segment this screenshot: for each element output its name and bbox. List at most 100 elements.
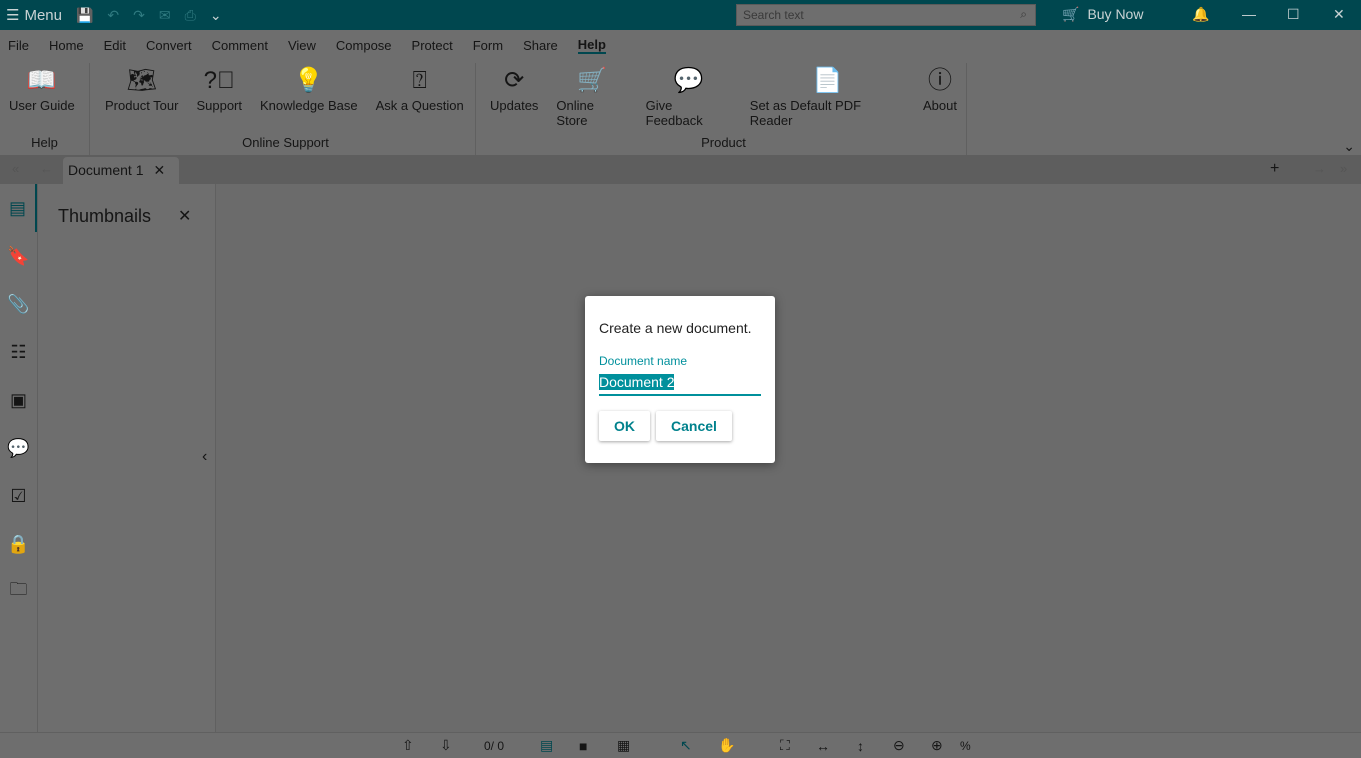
redo-icon[interactable]: ↷ [133, 7, 145, 24]
cancel-button[interactable]: Cancel [656, 411, 732, 441]
menu-form[interactable]: Form [473, 38, 503, 53]
menu-protect[interactable]: Protect [412, 38, 453, 53]
left-sidebar: ▤ 🔖 📎 ☷ ▣ 💬 ☑ 🔒 🗀 [0, 184, 38, 732]
minimize-button[interactable]: — [1242, 6, 1256, 22]
save-icon[interactable]: 💾 [76, 7, 93, 24]
menu-help[interactable]: Help [577, 37, 606, 54]
collapse-panel-icon[interactable]: ‹ [202, 448, 207, 466]
prev-tab-icon[interactable]: ← [40, 161, 53, 176]
close-panel-icon[interactable]: ✕ [178, 206, 191, 226]
cart-icon: 🛒 [1062, 6, 1080, 22]
next-tab-icon[interactable]: → [1313, 161, 1326, 176]
user-guide-button[interactable]: 📖 User Guide [0, 63, 84, 123]
question-chat-icon: ⍰ [412, 67, 427, 94]
continuous-view-icon[interactable]: ▤ [540, 737, 553, 754]
info-icon: ⓘ [928, 67, 952, 94]
form-fields-icon[interactable]: ☷ [0, 328, 37, 376]
pdf-icon: 📄 [812, 67, 843, 94]
question-bubble-icon: ?⃝ [203, 67, 235, 94]
status-bar: ⇧ ⇩ 0/ 0 ▤ ■ ▦ ↖ ✋ ⛶ ↔ ↕ ⊖ ⊕ % [0, 732, 1361, 758]
menu-view[interactable]: View [288, 38, 316, 53]
close-button[interactable]: ✕ [1333, 6, 1345, 23]
thumbnails-panel: Thumbnails ✕ ‹ [38, 184, 216, 732]
updates-button[interactable]: ⟳ Updates [481, 63, 547, 123]
ok-button[interactable]: OK [599, 411, 650, 441]
print-icon[interactable]: ⎙ [185, 7, 196, 24]
give-feedback-button[interactable]: 💬 Give Feedback [637, 63, 741, 128]
first-tab-icon[interactable]: « [12, 161, 19, 176]
checklist-icon[interactable]: ☑ [0, 472, 37, 520]
group-label: Product [701, 135, 746, 150]
zoom-out-icon[interactable]: ⊖ [893, 737, 905, 754]
group-help: 📖 User Guide Help [0, 63, 90, 155]
group-label: Help [31, 135, 58, 150]
dialog-message: Create a new document. [599, 320, 752, 336]
group-online-support: 🗺 Product Tour ?⃝ Support 💡 Knowledge Base … [90, 63, 476, 155]
panel-title: Thumbnails [58, 206, 152, 226]
menu-share[interactable]: Share [523, 38, 558, 53]
title-bar: ☰ Menu 💾 ↶ ↷ ✉ ⎙ ⌄ Search text ⌕ 🛒 Buy Now 🔔 — ☐… [0, 0, 1361, 30]
default-pdf-reader-button[interactable]: 📄 Set as Default PDF Reader [741, 63, 914, 128]
lock-icon[interactable]: 🔒 [0, 520, 37, 568]
thumbnails-icon[interactable]: ▤ [0, 184, 37, 232]
menu-edit[interactable]: Edit [104, 38, 126, 53]
product-tour-button[interactable]: 🗺 Product Tour [96, 63, 187, 123]
single-page-icon[interactable]: ■ [579, 738, 587, 754]
undo-icon[interactable]: ↶ [107, 7, 119, 24]
online-store-button[interactable]: 🛒 Online Store [547, 63, 636, 128]
feedback-icon: 💬 [673, 67, 704, 94]
image-icon[interactable]: ▣ [0, 376, 37, 424]
close-tab-icon[interactable]: ✕ [153, 162, 165, 180]
ribbon: 📖 User Guide Help 🗺 Product Tour ?⃝ Support… [0, 60, 1361, 155]
book-icon: 📖 [26, 67, 57, 94]
email-icon[interactable]: ✉ [159, 7, 171, 24]
menu-compose[interactable]: Compose [336, 38, 392, 53]
menu-bar: File Home Edit Convert Comment View Comp… [0, 30, 1361, 60]
buy-now-button[interactable]: 🛒 Buy Now [1062, 6, 1143, 23]
fit-height-icon[interactable]: ↕ [857, 738, 864, 754]
zoom-in-icon[interactable]: ⊕ [931, 737, 943, 754]
menu-button[interactable]: ☰ Menu [6, 6, 62, 25]
search-icon[interactable]: ⌕ [1020, 7, 1027, 22]
attachment-icon[interactable]: 📎 [0, 280, 37, 328]
support-button[interactable]: ?⃝ Support [187, 63, 251, 123]
menu-file[interactable]: File [8, 38, 29, 53]
menu-home[interactable]: Home [49, 38, 84, 53]
menu-comment[interactable]: Comment [212, 38, 268, 53]
map-icon: 🗺 [126, 67, 157, 94]
menu-convert[interactable]: Convert [146, 38, 192, 53]
ask-question-button[interactable]: ⍰ Ask a Question [367, 63, 473, 123]
new-tab-icon[interactable]: + [1270, 160, 1279, 178]
tab-document-1[interactable]: Document 1 ✕ [63, 157, 179, 185]
hamburger-icon: ☰ [6, 7, 20, 24]
search-input[interactable]: Search text ⌕ [736, 4, 1036, 26]
fit-width-icon[interactable]: ↔ [816, 738, 830, 754]
grid-view-icon[interactable]: ▦ [617, 737, 630, 754]
about-button[interactable]: ⓘ About [914, 63, 966, 123]
page-indicator[interactable]: 0/ 0 [484, 739, 504, 753]
lightbulb-icon: 💡 [293, 67, 324, 94]
comments-icon[interactable]: 💬 [0, 424, 37, 472]
document-name-label: Document name [599, 354, 688, 368]
cart-icon: 🛒 [577, 67, 607, 94]
tab-bar: « ← Document 1 ✕ + → » [0, 155, 1361, 185]
page-up-icon[interactable]: ⇧ [402, 737, 414, 754]
refresh-icon: ⟳ [504, 67, 525, 94]
select-tool-icon[interactable]: ↖ [680, 737, 692, 754]
last-tab-icon[interactable]: » [1340, 161, 1347, 176]
chevron-down-icon[interactable]: ⌄ [210, 7, 222, 24]
knowledge-base-button[interactable]: 💡 Knowledge Base [251, 63, 367, 123]
collapse-ribbon-icon[interactable]: ⌄ [1343, 138, 1355, 155]
hand-tool-icon[interactable]: ✋ [718, 737, 735, 754]
group-product: ⟳ Updates 🛒 Online Store 💬 Give Feedback 📄 S… [476, 63, 967, 155]
fullscreen-icon[interactable]: ⛶ [780, 737, 790, 754]
group-label: Online Support [242, 135, 329, 150]
maximize-button[interactable]: ☐ [1287, 6, 1300, 23]
bell-icon[interactable]: 🔔 [1192, 6, 1209, 23]
folder-info-icon[interactable]: 🗀 [0, 568, 37, 616]
page-down-icon[interactable]: ⇩ [440, 737, 452, 754]
document-area [216, 184, 1361, 732]
zoom-level[interactable]: % [960, 739, 971, 753]
bookmark-icon[interactable]: 🔖 [0, 232, 37, 280]
document-name-input[interactable]: Document 2 [599, 374, 761, 396]
